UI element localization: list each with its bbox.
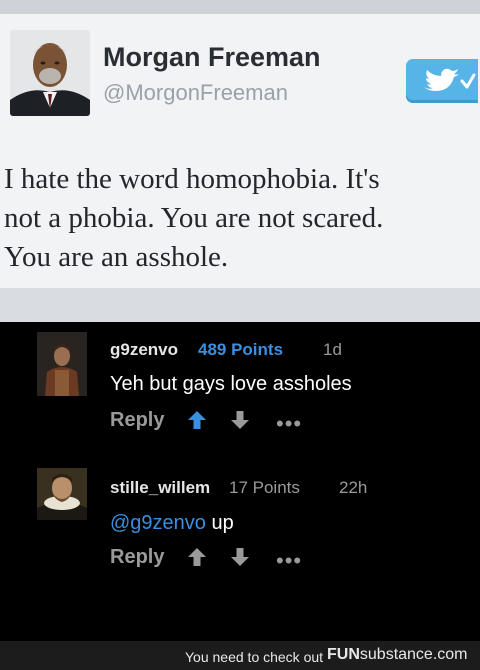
comment-points: 489 Points xyxy=(198,340,284,359)
tweet-screenshot: Morgan Freeman @MorgonFreeman I hate the… xyxy=(0,0,480,322)
comment-time: 22h xyxy=(339,478,368,497)
comment-username[interactable]: stille_willem xyxy=(110,478,210,498)
footer-brand[interactable]: FUNsubstance.com xyxy=(327,646,468,664)
avatar[interactable] xyxy=(37,468,87,532)
up-arrow-icon[interactable] xyxy=(187,546,207,568)
comment-text: Yeh but gays love assholes xyxy=(110,373,352,395)
footer-brand-rest: substance.com xyxy=(359,646,468,663)
tweet-author-handle: @MorgonFreeman xyxy=(103,80,288,105)
footer-brand-bold: FUN xyxy=(327,646,360,663)
comment-time: 1d xyxy=(323,340,342,359)
avatar[interactable] xyxy=(37,332,87,396)
tweet-line: You are an asshole. xyxy=(4,241,229,273)
reply-button[interactable]: Reply xyxy=(110,409,164,432)
reply-button[interactable]: Reply xyxy=(110,546,164,569)
tweet-line: I hate the word homophobia. It's xyxy=(4,163,380,195)
tweet-avatar xyxy=(10,30,90,116)
mention-link[interactable]: @g9zenvo xyxy=(110,512,206,534)
twitter-bird-icon xyxy=(406,59,478,103)
comment: g9zenvo 489 Points 1d Yeh but gays love … xyxy=(0,322,480,452)
comment-username[interactable]: g9zenvo xyxy=(110,340,178,360)
more-dots-icon[interactable]: ••• xyxy=(276,550,302,572)
tweet-bottom-band xyxy=(0,288,480,322)
comment-text: @g9zenvo up xyxy=(110,512,234,535)
down-arrow-icon[interactable] xyxy=(230,409,250,431)
tweet-top-band xyxy=(0,0,480,14)
comment-text-rest: up xyxy=(205,512,234,534)
tweet-line: not a phobia. You are not scared. xyxy=(4,202,384,234)
tweet-author-name: Morgan Freeman xyxy=(103,42,321,72)
more-dots-icon[interactable]: ••• xyxy=(276,413,302,435)
comment: stille_willem 17 Points 22h @g9zenvo up … xyxy=(0,452,480,592)
comment-points: 17 Points xyxy=(229,478,300,497)
up-arrow-icon[interactable] xyxy=(187,409,207,431)
footer-text: You need to check out xyxy=(185,649,324,665)
watermark-footer: You need to check out FUNsubstance.com xyxy=(0,641,480,670)
tweet-text: I hate the word homophobia. It's not a p… xyxy=(4,160,476,277)
down-arrow-icon[interactable] xyxy=(230,546,250,568)
